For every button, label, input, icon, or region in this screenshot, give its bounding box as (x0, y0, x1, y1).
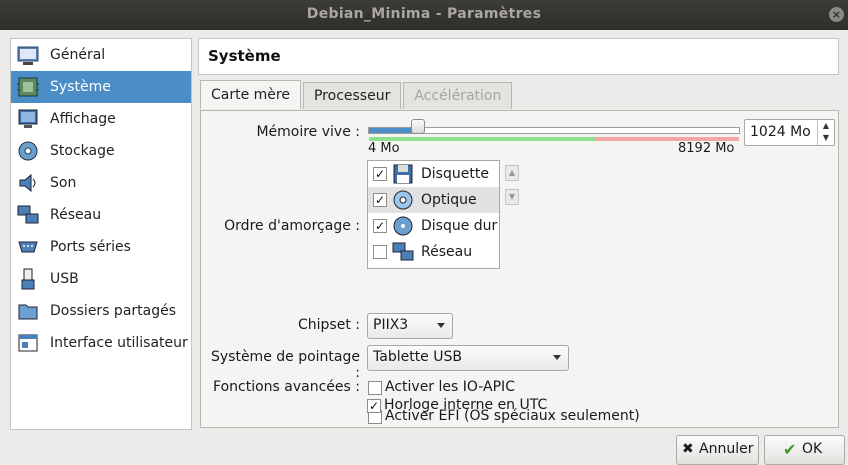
sidebar-item-label: USB (50, 271, 79, 287)
boot-order-list[interactable]: ✓ Disquette ✓ Optique ✓ Disque dur Résea… (367, 160, 500, 269)
io-apic-checkbox[interactable] (368, 381, 382, 395)
display-icon (17, 108, 39, 130)
shared-folders-icon (17, 300, 39, 322)
memory-value: 1024 Mo (750, 124, 811, 140)
cancel-icon: ✖ (682, 441, 694, 457)
panel-header: Système (198, 38, 839, 75)
io-apic-label: Activer les IO-APIC (385, 379, 515, 395)
sidebar-item-label: Ports séries (50, 239, 131, 255)
utc-clock-label: Horloge interne en UTC (384, 397, 548, 413)
utc-clock-checkbox[interactable]: ✓ (367, 399, 381, 413)
settings-panel: Système Carte mère Processeur Accélérati… (198, 38, 839, 428)
hard-disk-icon (392, 215, 414, 237)
boot-item-label: Disquette (421, 166, 489, 182)
sidebar-item-label: Stockage (50, 143, 115, 159)
tab-bar: Carte mère Processeur Accélération (200, 80, 514, 109)
optical-disc-icon (392, 189, 414, 211)
cancel-button[interactable]: ✖ Annuler (676, 435, 759, 465)
window-titlebar: Debian_Minima - Paramètres × (0, 0, 848, 30)
sidebar-item-system[interactable]: Système (11, 71, 191, 103)
sidebar-item-label: Son (50, 175, 77, 191)
sidebar-item-serial-ports[interactable]: Ports séries (11, 231, 191, 263)
storage-icon (17, 140, 39, 162)
extended-features-label: Fonctions avancées : (213, 379, 360, 395)
floppy-icon (392, 163, 414, 185)
usb-icon (17, 268, 39, 290)
chipset-label: Chipset : (298, 317, 360, 333)
sidebar-item-label: Système (50, 79, 111, 95)
chevron-down-icon (437, 323, 445, 328)
memory-slider-handle[interactable] (411, 119, 425, 134)
sidebar-item-usb[interactable]: USB (11, 263, 191, 295)
sidebar-item-label: Général (50, 47, 106, 63)
boot-floppy-checkbox[interactable]: ✓ (373, 167, 387, 181)
network-boot-icon (392, 241, 414, 263)
general-icon (17, 44, 39, 66)
motherboard-tab-pane: Mémoire vive : 4 Mo 8192 Mo 1024 Mo ▲ ▼ O… (200, 110, 839, 428)
memory-label: Mémoire vive : (256, 124, 360, 140)
memory-slider-fill (369, 128, 413, 133)
pointing-value: Tablette USB (373, 349, 462, 365)
serial-ports-icon (17, 236, 39, 258)
sidebar-item-shared-folders[interactable]: Dossiers partagés (11, 295, 191, 327)
boot-network-checkbox[interactable] (373, 245, 387, 259)
boot-optical-checkbox[interactable]: ✓ (373, 193, 387, 207)
tab-motherboard[interactable]: Carte mère (200, 80, 301, 109)
chevron-down-icon (553, 355, 561, 360)
pointing-label: Système de pointage : (210, 349, 360, 381)
checkmark-icon: ✔ (783, 440, 797, 459)
close-window-button[interactable]: × (829, 7, 844, 22)
sidebar-item-label: Interface utilisateur (50, 335, 188, 351)
tab-processor[interactable]: Processeur (302, 82, 402, 109)
memory-stepper[interactable]: ▲ ▼ (817, 120, 834, 145)
memory-min-label: 4 Mo (368, 141, 400, 156)
sidebar-item-general[interactable]: Général (11, 39, 191, 71)
memory-max-label: 8192 Mo (678, 141, 735, 156)
boot-item-floppy[interactable]: ✓ Disquette (368, 161, 499, 187)
boot-item-hard-disk[interactable]: ✓ Disque dur (368, 213, 499, 239)
boot-item-label: Réseau (421, 244, 473, 260)
tab-acceleration: Accélération (403, 82, 513, 109)
sidebar-item-user-interface[interactable]: Interface utilisateur (11, 327, 191, 359)
ok-button[interactable]: ✔ OK (764, 435, 845, 465)
page-title: Système (208, 47, 281, 65)
ok-button-label: OK (802, 441, 823, 457)
sidebar-item-label: Dossiers partagés (50, 303, 177, 319)
boot-item-label: Optique (421, 192, 477, 208)
boot-item-network[interactable]: Réseau (368, 239, 499, 265)
audio-icon (17, 172, 39, 194)
sidebar-item-label: Affichage (50, 111, 116, 127)
memory-spinbox[interactable]: 1024 Mo ▲ ▼ (744, 119, 835, 146)
sidebar-item-audio[interactable]: Son (11, 167, 191, 199)
chipset-value: PIIX3 (373, 317, 409, 333)
pointing-select[interactable]: Tablette USB (367, 345, 569, 371)
window-title: Debian_Minima - Paramètres (306, 6, 542, 22)
boot-item-label: Disque dur (421, 218, 498, 234)
user-interface-icon (17, 332, 39, 354)
system-icon (17, 76, 39, 98)
move-up-button[interactable]: ▲ (505, 165, 519, 181)
sidebar-item-storage[interactable]: Stockage (11, 135, 191, 167)
settings-sidebar: Général Système Affichage Stockage Son R… (10, 38, 192, 430)
cancel-button-label: Annuler (699, 441, 754, 457)
sidebar-item-label: Réseau (50, 207, 102, 223)
network-icon (17, 204, 39, 226)
sidebar-item-network[interactable]: Réseau (11, 199, 191, 231)
boot-item-optical[interactable]: ✓ Optique (368, 187, 499, 213)
move-down-button[interactable]: ▼ (505, 189, 519, 205)
boot-hard-disk-checkbox[interactable]: ✓ (373, 219, 387, 233)
sidebar-item-display[interactable]: Affichage (11, 103, 191, 135)
chipset-select[interactable]: PIIX3 (367, 313, 453, 339)
boot-order-label: Ordre d'amorçage : (224, 218, 360, 234)
